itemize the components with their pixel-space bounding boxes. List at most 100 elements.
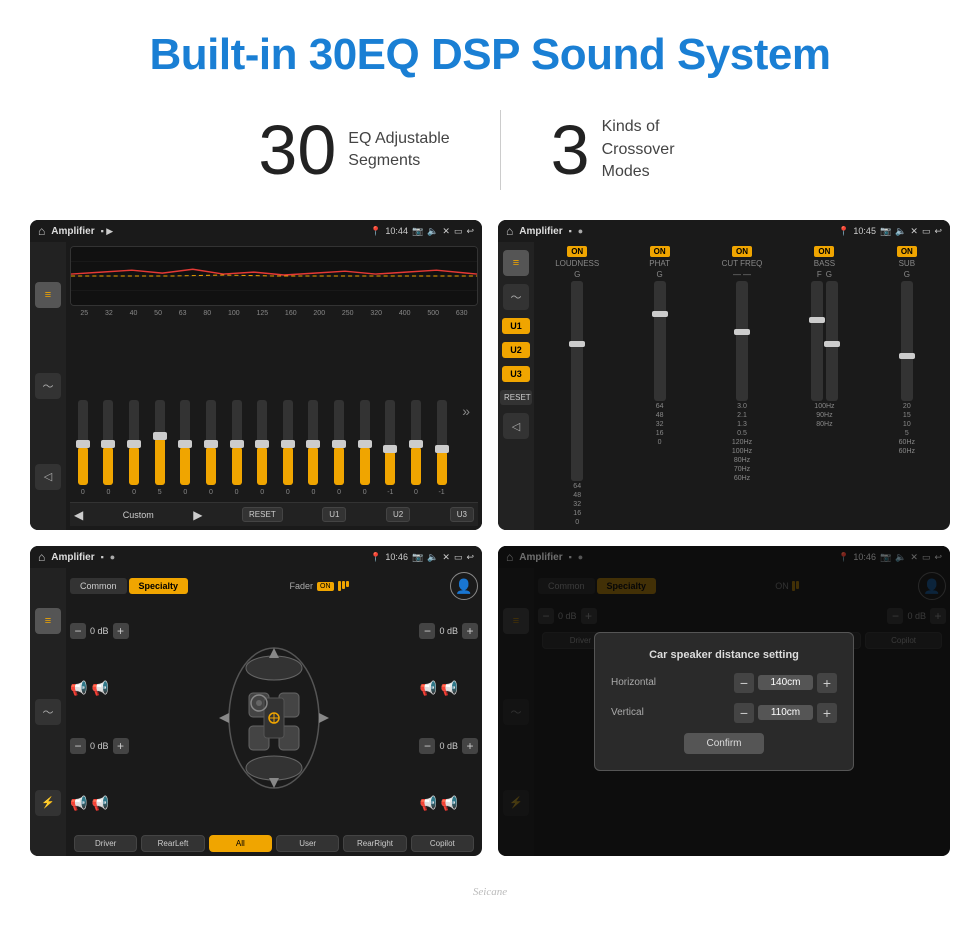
home-icon-2[interactable]: ⌂ <box>506 224 513 238</box>
vertical-value: 110cm <box>758 705 813 720</box>
horizontal-label: Horizontal <box>611 677 734 688</box>
fr-plus[interactable]: + <box>462 623 478 639</box>
fader-control[interactable] <box>338 581 349 591</box>
cutfreq-slider[interactable] <box>736 281 748 401</box>
camera-icon-2[interactable]: 📷 <box>880 226 891 237</box>
slider-11[interactable]: 0 <box>334 325 344 496</box>
screen2-reset[interactable]: RESET <box>500 390 532 405</box>
sub-on[interactable]: ON <box>897 246 917 257</box>
slider-3[interactable]: 0 <box>129 325 139 496</box>
back-icon[interactable]: ↩ <box>466 226 474 237</box>
play-icon[interactable]: ▪ ▶ <box>101 226 114 237</box>
home-icon-3[interactable]: ⌂ <box>38 550 45 564</box>
eq-icon[interactable]: ≡ <box>35 282 61 308</box>
window-icon-3[interactable]: ▭ <box>454 552 463 563</box>
camera-icon-3[interactable]: 📷 <box>412 552 423 563</box>
screen3-tabs: Common Specialty <box>70 578 188 594</box>
loudness-slider[interactable] <box>571 281 583 481</box>
u2-preset[interactable]: U2 <box>502 342 530 358</box>
slider-1[interactable]: 0 <box>78 325 88 496</box>
horizontal-minus[interactable]: − <box>734 673 754 693</box>
bass-on[interactable]: ON <box>814 246 834 257</box>
slider-12[interactable]: 0 <box>360 325 370 496</box>
driver-btn[interactable]: Driver <box>74 835 137 852</box>
vertical-minus[interactable]: − <box>734 703 754 723</box>
eq-icon-2[interactable]: ≡ <box>503 250 529 276</box>
screen2-crossover: ⌂ Amplifier ▪ ● 📍 10:45 📷 🔈 ✕ ▭ ↩ ≡ 〜 U1… <box>498 220 950 530</box>
screen3-main: Common Specialty Fader ON 👤 <box>66 568 482 856</box>
window-icon-2[interactable]: ▭ <box>922 226 931 237</box>
fr-minus[interactable]: − <box>419 623 435 639</box>
ch-sub: ON SUB G 20 15 10 5 60Hz 60Hz <box>868 246 946 526</box>
rl-plus[interactable]: + <box>113 738 129 754</box>
u1-preset[interactable]: U1 <box>502 318 530 334</box>
copilot-btn[interactable]: Copilot <box>411 835 474 852</box>
all-btn[interactable]: All <box>209 835 272 852</box>
reset-btn[interactable]: RESET <box>242 507 283 522</box>
slider-6[interactable]: 0 <box>206 325 216 496</box>
specialty-tab[interactable]: Specialty <box>129 578 189 594</box>
rearright-btn[interactable]: RearRight <box>343 835 406 852</box>
user-icon[interactable]: 👤 <box>450 572 478 600</box>
slider-2[interactable]: 0 <box>103 325 113 496</box>
prev-arrow[interactable]: ◀ <box>74 508 83 522</box>
slider-5[interactable]: 0 <box>180 325 190 496</box>
camera-icon[interactable]: 📷 <box>412 226 423 237</box>
cutfreq-on[interactable]: ON <box>732 246 752 257</box>
slider-9[interactable]: 0 <box>283 325 293 496</box>
bass-slider-g[interactable] <box>826 281 838 401</box>
rearleft-btn[interactable]: RearLeft <box>141 835 204 852</box>
back-icon-2[interactable]: ↩ <box>934 226 942 237</box>
bass-slider-f[interactable] <box>811 281 823 401</box>
speaker-icon[interactable]: ◁ <box>35 464 61 490</box>
slider-4[interactable]: 5 <box>155 325 165 496</box>
speaker-fl-icon: 📢 <box>70 680 87 697</box>
close-icon[interactable]: ✕ <box>442 226 450 237</box>
volume-icon[interactable]: 🔈 <box>427 226 438 237</box>
sub-slider[interactable] <box>901 281 913 401</box>
loudness-on[interactable]: ON <box>567 246 587 257</box>
confirm-button[interactable]: Confirm <box>684 733 764 754</box>
vertical-plus[interactable]: + <box>817 703 837 723</box>
window-icon[interactable]: ▭ <box>454 226 463 237</box>
phat-slider[interactable] <box>654 281 666 401</box>
u3-btn[interactable]: U3 <box>450 507 474 522</box>
screen2-time: 10:45 <box>853 226 876 236</box>
freq-labels: 25 32 40 50 63 80 100 125 160 200 250 32… <box>70 310 478 317</box>
wave-icon-3[interactable]: 〜 <box>35 699 61 725</box>
bt-icon-3[interactable]: ⚡ <box>35 790 61 816</box>
close-icon-2[interactable]: ✕ <box>910 226 918 237</box>
rl-minus[interactable]: − <box>70 738 86 754</box>
back-icon-3[interactable]: ↩ <box>466 552 474 563</box>
slider-10[interactable]: 0 <box>308 325 318 496</box>
volume-icon-3[interactable]: 🔈 <box>427 552 438 563</box>
common-tab[interactable]: Common <box>70 578 127 594</box>
phat-on[interactable]: ON <box>650 246 670 257</box>
fader-on-badge[interactable]: ON <box>317 582 334 591</box>
volume-icon-2[interactable]: 🔈 <box>895 226 906 237</box>
user-btn[interactable]: User <box>276 835 339 852</box>
slider-15[interactable]: -1 <box>437 325 447 496</box>
fl-minus[interactable]: − <box>70 623 86 639</box>
u3-preset[interactable]: U3 <box>502 366 530 382</box>
close-icon-3[interactable]: ✕ <box>442 552 450 563</box>
next-arrow[interactable]: ▶ <box>193 508 202 522</box>
u1-btn[interactable]: U1 <box>322 507 346 522</box>
speaker-fl2-icon: 📢 <box>91 680 108 697</box>
horizontal-plus[interactable]: + <box>817 673 837 693</box>
wave-icon-2[interactable]: 〜 <box>503 284 529 310</box>
u2-btn[interactable]: U2 <box>386 507 410 522</box>
rr-plus[interactable]: + <box>462 738 478 754</box>
eq-icon-3[interactable]: ≡ <box>35 608 61 634</box>
expand-icon[interactable]: » <box>462 403 470 419</box>
slider-7[interactable]: 0 <box>232 325 242 496</box>
screen1-app-title: Amplifier <box>51 226 94 237</box>
rr-minus[interactable]: − <box>419 738 435 754</box>
slider-13[interactable]: -1 <box>385 325 395 496</box>
speaker-icon-2[interactable]: ◁ <box>503 413 529 439</box>
fl-plus[interactable]: + <box>113 623 129 639</box>
home-icon[interactable]: ⌂ <box>38 224 45 238</box>
slider-14[interactable]: 0 <box>411 325 421 496</box>
slider-8[interactable]: 0 <box>257 325 267 496</box>
wave-icon[interactable]: 〜 <box>35 373 61 399</box>
